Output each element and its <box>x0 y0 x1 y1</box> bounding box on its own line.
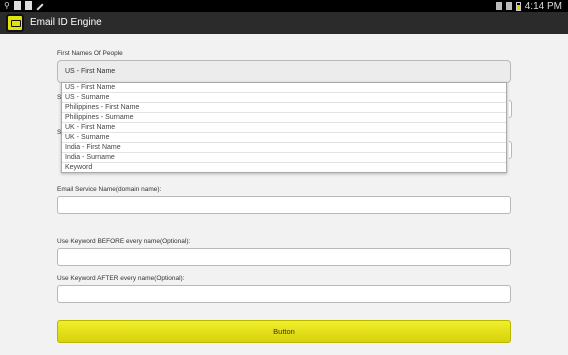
usb-icon: ⚲ <box>4 1 10 10</box>
keyword-after-label: Use Keyword AFTER every name(Optional): <box>57 275 185 282</box>
status-bar-right: 4:14 PM <box>495 0 562 12</box>
action-bar: Email ID Engine <box>0 12 568 34</box>
sd-card-icon <box>13 1 21 10</box>
second-field-edge[interactable] <box>509 141 512 159</box>
dropdown-option[interactable]: UK - First Name <box>62 123 506 133</box>
surname-spinner-edge[interactable] <box>509 100 512 118</box>
first-names-dropdown: US - First Name US - Surname Philippines… <box>61 82 507 173</box>
email-service-input[interactable] <box>57 196 511 214</box>
dropdown-option[interactable]: US - First Name <box>62 83 506 93</box>
first-names-spinner[interactable]: US - First Name <box>57 60 511 83</box>
app-title: Email ID Engine <box>30 17 102 28</box>
submit-button[interactable]: Button <box>57 320 511 343</box>
status-bar: ⚲ 4:14 PM <box>0 0 568 12</box>
bluetooth-icon <box>505 2 512 10</box>
email-service-label: Email Service Name(domain name): <box>57 186 162 193</box>
keyword-after-input[interactable] <box>57 285 511 303</box>
status-time: 4:14 PM <box>524 0 562 12</box>
dropdown-option[interactable]: Philippines - Surname <box>62 113 506 123</box>
dropdown-option[interactable]: UK - Surname <box>62 133 506 143</box>
vibrate-icon <box>495 2 502 10</box>
pencil-icon <box>36 3 44 11</box>
first-names-label: First Names Of People <box>57 50 123 57</box>
dropdown-option[interactable]: US - Surname <box>62 93 506 103</box>
dropdown-option[interactable]: India - Surname <box>62 153 506 163</box>
dropdown-option[interactable]: Philippines - First Name <box>62 103 506 113</box>
battery-icon <box>515 1 521 11</box>
dropdown-option[interactable]: India - First Name <box>62 143 506 153</box>
image-icon <box>24 1 32 10</box>
email-app-icon[interactable] <box>6 14 24 32</box>
dropdown-option[interactable]: Keyword <box>62 163 506 173</box>
main-content: First Names Of People US - First Name S … <box>0 34 568 355</box>
keyword-before-input[interactable] <box>57 248 511 266</box>
status-bar-left: ⚲ <box>4 1 44 11</box>
keyword-before-label: Use Keyword BEFORE every name(Optional): <box>57 238 191 245</box>
first-names-selected-value: US - First Name <box>65 68 116 75</box>
